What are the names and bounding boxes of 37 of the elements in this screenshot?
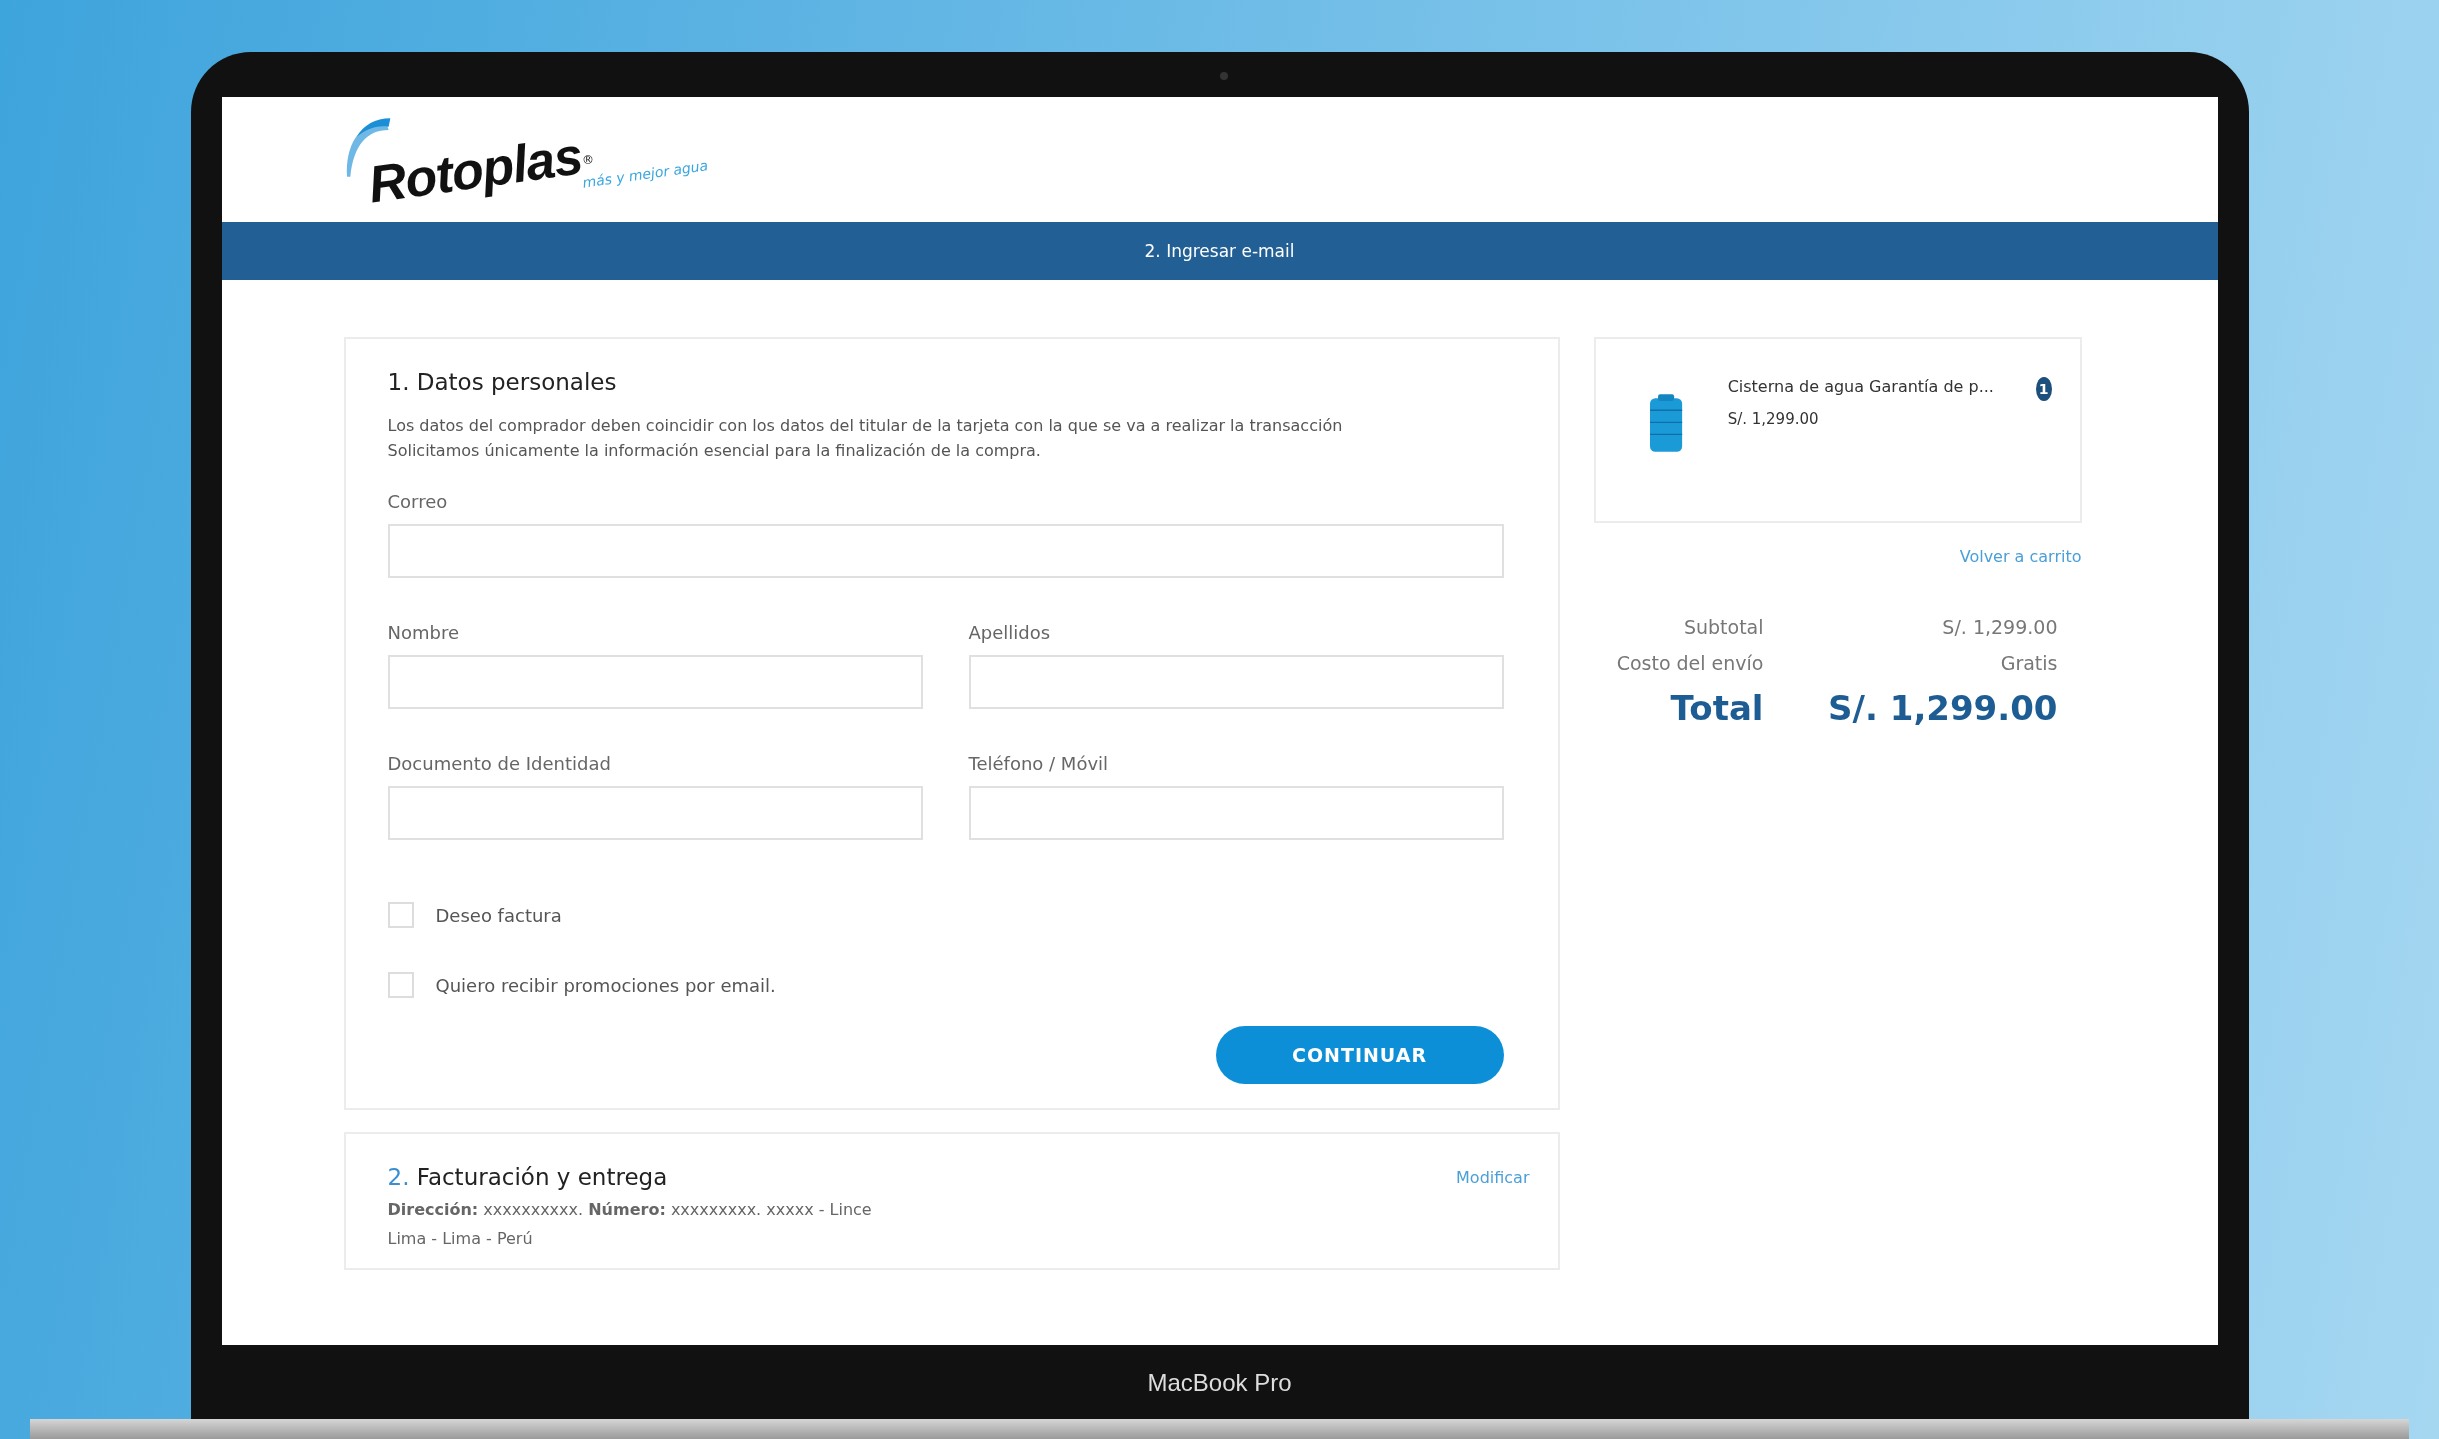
registered-mark: ® [581, 152, 594, 167]
summary-value: S/. 1,299.00 [1941, 616, 2058, 638]
address-text: Lima - Lima - Perú [387, 1229, 534, 1248]
address-text: Dirección: xxxxxxxxxx. Número: xxxxxxxxx. xxxxx - Lince [387, 1200, 873, 1219]
camera-icon [1219, 72, 1228, 80]
checkbox-label: Quiero recibir promociones por email. [435, 974, 776, 996]
field-label: Correo [387, 491, 449, 512]
input-field[interactable] [387, 786, 923, 840]
quantity-badge: 1 [2035, 377, 2052, 401]
description-text: Solicitamos únicamente la información esencial para la finalización de la compra. [387, 440, 1042, 462]
checkbox-label: Deseo factura [435, 904, 562, 926]
continue-button[interactable]: CONTINUAR [1215, 1026, 1504, 1084]
field-label: Teléfono / Móvil [968, 753, 1110, 774]
section-title: 1. Datos personales [387, 369, 618, 395]
input-field[interactable] [968, 786, 1504, 840]
input-field[interactable] [387, 524, 1504, 578]
product-name[interactable]: Cisterna de agua Garantía de p... [1727, 377, 1994, 396]
product-price: S/. 1,299.00 [1727, 410, 1820, 428]
input-field[interactable] [968, 655, 1504, 709]
field-label: Nombre [387, 622, 461, 643]
summary-label: Costo del envío [1615, 652, 1764, 674]
section-title: 2. Facturación y entrega [387, 1164, 668, 1190]
description-text: Los datos del comprador deben coincidir con los datos del titular de la tarjeta con la que se va a realizar la transacción [387, 415, 1344, 437]
summary-label: Total [1669, 688, 1764, 728]
checkbox[interactable] [387, 902, 414, 928]
checkbox[interactable] [387, 972, 414, 998]
logo[interactable]: Rotoplas ® más y mejor agua [341, 109, 709, 210]
summary-value: Gratis [1999, 652, 2058, 674]
device-label: MacBook Pro [1147, 1369, 1292, 1397]
back-to-cart-link[interactable]: Volver a carrito [1959, 547, 2082, 566]
input-field[interactable] [387, 655, 923, 709]
field-label: Apellidos [968, 622, 1052, 643]
step-title: 2. Ingresar e-mail [1144, 241, 1295, 261]
summary-value: S/. 1,299.00 [1827, 688, 2058, 728]
modify-link[interactable]: Modificar [1456, 1167, 1530, 1187]
summary-label: Subtotal [1682, 616, 1764, 638]
field-label: Documento de Identidad [387, 753, 612, 774]
